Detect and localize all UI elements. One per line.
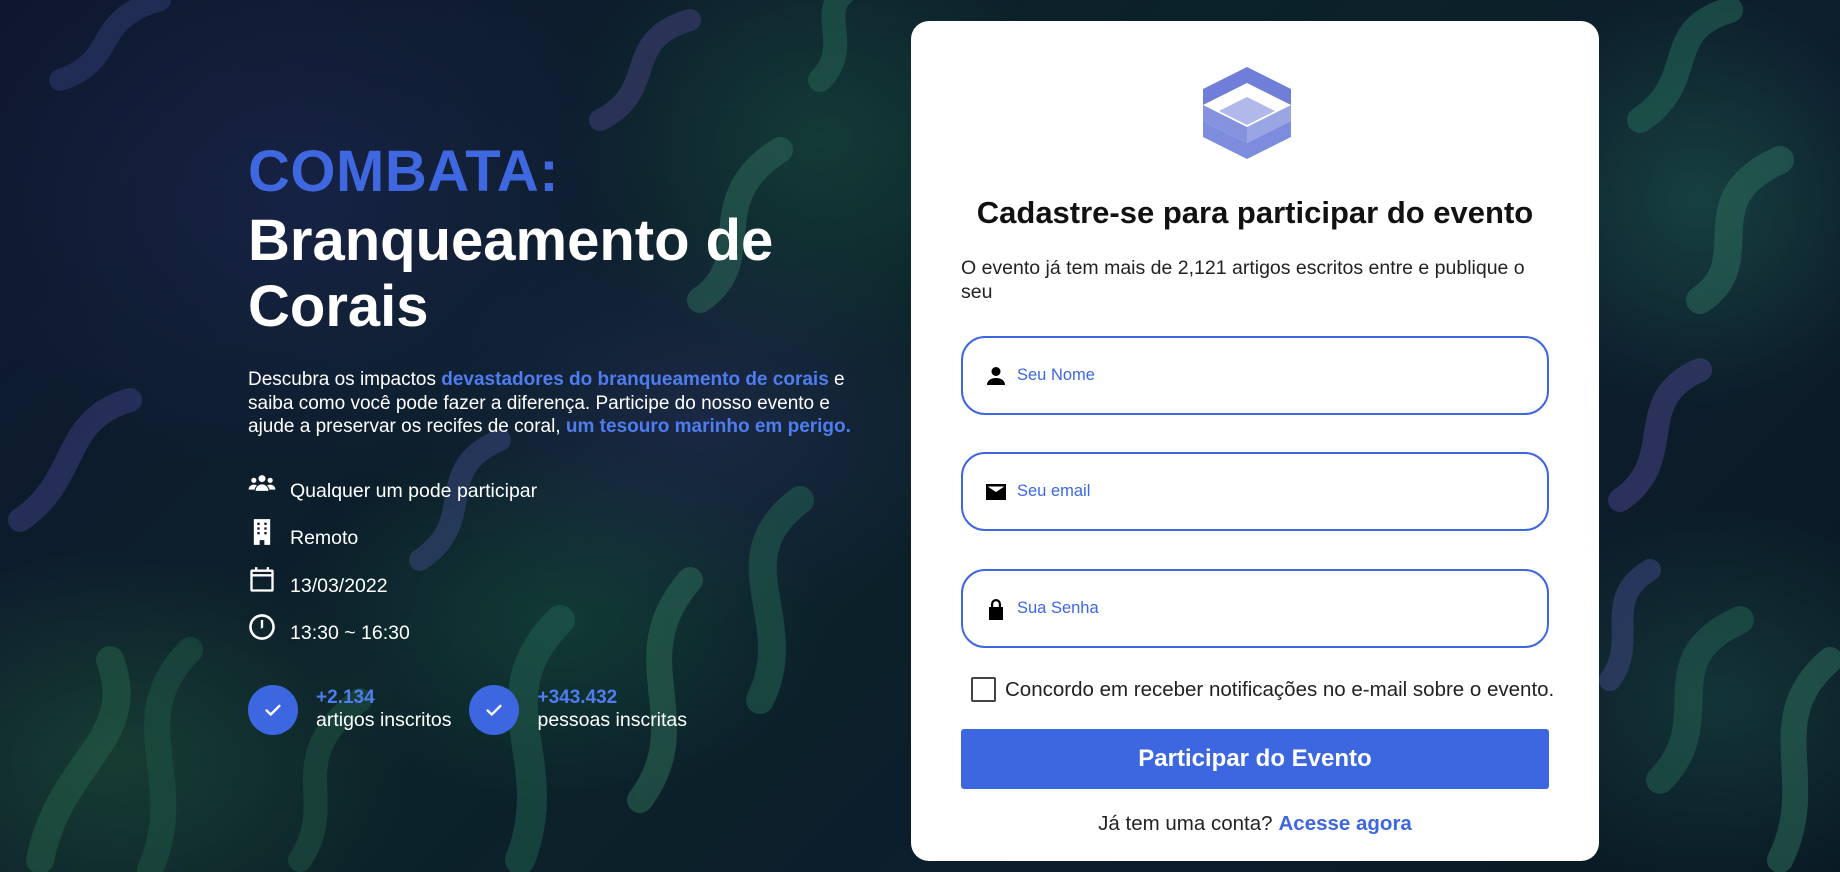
stat-articles-value: +2.134	[316, 687, 375, 708]
info-item-location: Remoto	[248, 519, 868, 570]
hero-description: Descubra os impactos devastadores do bra…	[248, 368, 868, 439]
password-field[interactable]	[961, 569, 1549, 648]
login-link[interactable]: Acesse agora	[1279, 812, 1412, 835]
hero-title: Branqueamento de Corais	[248, 208, 868, 340]
login-prompt-text: Já tem uma conta?	[1098, 812, 1273, 835]
email-field[interactable]	[961, 452, 1549, 531]
brand-logo-icon	[1203, 67, 1291, 159]
submit-button[interactable]: Participar do Evento	[961, 729, 1549, 789]
stat-people-value: +343.432	[537, 687, 618, 708]
check-icon	[248, 684, 298, 735]
calendar-icon	[248, 566, 276, 594]
hero-description-highlight2: um tesouro marinho em perigo.	[565, 416, 851, 437]
check-icon	[469, 684, 520, 735]
consent-row[interactable]: Concordo em receber notificações no e-ma…	[971, 677, 1554, 702]
hero-title-line2: Corais	[248, 274, 429, 339]
signup-card: Cadastre-se para participar do evento O …	[911, 21, 1599, 861]
hero-description-highlight1: devastadores do branqueamento de corais	[441, 369, 829, 390]
info-item-time: 13:30 ~ 16:30	[248, 614, 868, 665]
clock-icon	[248, 613, 276, 641]
form-title: Cadastre-se para participar do evento	[976, 195, 1534, 230]
consent-checkbox[interactable]	[971, 677, 996, 702]
name-input[interactable]	[1017, 366, 1547, 385]
stat-people-label: pessoas inscritas	[537, 709, 688, 731]
info-audience-text: Qualquer um pode participar	[290, 479, 538, 502]
info-item-audience: Qualquer um pode participar	[248, 474, 868, 523]
stat-articles: +2.134 artigos inscritos	[248, 684, 452, 735]
info-item-date: 13/03/2022	[248, 566, 868, 618]
person-icon	[983, 363, 1009, 389]
login-prompt: Já tem uma conta? Acesse agora	[911, 812, 1599, 836]
hero-description-part1: Descubra os impactos	[248, 369, 442, 390]
hero-section: COMBATA: Branqueamento de Corais Descubr…	[248, 140, 868, 735]
hero-kicker: COMBATA:	[248, 139, 560, 204]
form-subtitle: O evento já tem mais de 2,121 artigos es…	[961, 257, 1525, 303]
stats-row: +2.134 artigos inscritos +343.432 pessoa…	[248, 684, 868, 735]
event-info-list: Qualquer um pode participar Remoto 13/03…	[248, 474, 868, 665]
info-date-text: 13/03/2022	[290, 574, 388, 597]
password-input[interactable]	[1017, 599, 1547, 618]
email-input[interactable]	[1017, 482, 1547, 501]
info-time-text: 13:30 ~ 16:30	[290, 622, 410, 644]
stat-articles-label: artigos inscritos	[316, 709, 452, 731]
mail-icon	[983, 479, 1009, 505]
info-location-text: Remoto	[290, 527, 359, 549]
hero-title-line1: Branqueamento de	[248, 208, 774, 273]
building-icon	[248, 518, 276, 546]
name-field[interactable]	[961, 336, 1549, 415]
consent-label[interactable]: Concordo em receber notificações no e-ma…	[1005, 678, 1554, 702]
stat-people: +343.432 pessoas inscritas	[469, 684, 688, 735]
lock-icon	[983, 596, 1009, 622]
people-icon	[248, 471, 276, 499]
